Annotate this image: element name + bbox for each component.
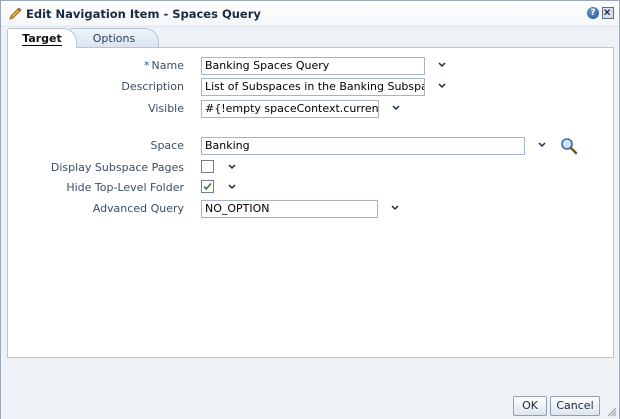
display-subspace-pages-label: Display Subspace Pages xyxy=(50,161,184,174)
space-label: Space xyxy=(150,139,184,152)
chevron-down-icon[interactable] xyxy=(225,160,239,174)
name-field[interactable]: Banking Spaces Query xyxy=(201,57,425,75)
required-indicator: * xyxy=(144,59,150,72)
advanced-query-label: Advanced Query xyxy=(92,202,184,215)
edit-navigation-item-dialog: Edit Navigation Item - Spaces Query ? Op… xyxy=(0,0,620,419)
hide-top-level-folder-row: Hide Top-Level Folder xyxy=(8,179,608,197)
chevron-down-icon[interactable] xyxy=(225,180,239,194)
tab-options-label: Options xyxy=(92,32,136,45)
tab-options[interactable]: Options xyxy=(69,28,159,48)
name-label: * Name xyxy=(144,59,184,72)
chevron-down-icon[interactable] xyxy=(389,101,403,115)
advanced-query-field[interactable]: NO_OPTION xyxy=(201,200,378,218)
description-label: Description xyxy=(121,80,184,93)
dialog-footer: OK Cancel xyxy=(1,359,619,419)
space-field[interactable]: Banking xyxy=(201,137,525,155)
visible-label: Visible xyxy=(148,102,184,115)
display-subspace-pages-checkbox[interactable] xyxy=(201,160,214,173)
checkmark-icon xyxy=(203,183,212,191)
chevron-down-icon[interactable] xyxy=(435,58,449,72)
hide-top-level-folder-label: Hide Top-Level Folder xyxy=(66,181,184,194)
help-icon[interactable]: ? xyxy=(587,7,599,19)
name-row: * Name Banking Spaces Query xyxy=(8,57,608,75)
resize-grip-icon[interactable] xyxy=(605,405,617,417)
chevron-down-icon[interactable] xyxy=(388,201,402,215)
ok-button[interactable]: OK xyxy=(513,396,547,416)
tab-target[interactable]: Target xyxy=(7,28,77,48)
target-tab-panel: * Name Banking Spaces Query Description L… xyxy=(7,47,614,358)
description-row: Description List of Subspaces in the Ban… xyxy=(8,78,608,96)
display-subspace-pages-row: Display Subspace Pages xyxy=(8,159,608,177)
hide-top-level-folder-checkbox[interactable] xyxy=(201,180,214,193)
visible-field[interactable]: #{!empty spaceContext.currentSpa xyxy=(201,100,379,118)
chevron-down-icon[interactable] xyxy=(535,138,549,152)
cancel-button[interactable]: Cancel xyxy=(550,396,600,416)
chevron-down-icon[interactable] xyxy=(435,79,449,93)
tab-strip: Options Target xyxy=(7,28,615,48)
advanced-query-row: Advanced Query NO_OPTION xyxy=(8,200,608,218)
description-field[interactable]: List of Subspaces in the Banking Subspac… xyxy=(201,78,425,96)
pencil-icon xyxy=(9,7,22,20)
visible-row: Visible #{!empty spaceContext.currentSpa xyxy=(8,100,608,118)
dialog-title: Edit Navigation Item - Spaces Query xyxy=(26,7,261,21)
space-row: Space Banking xyxy=(8,137,608,155)
close-icon[interactable] xyxy=(602,7,614,19)
tab-target-label: Target xyxy=(22,32,62,46)
search-icon[interactable] xyxy=(559,136,579,156)
dialog-titlebar[interactable]: Edit Navigation Item - Spaces Query ? xyxy=(1,1,619,27)
